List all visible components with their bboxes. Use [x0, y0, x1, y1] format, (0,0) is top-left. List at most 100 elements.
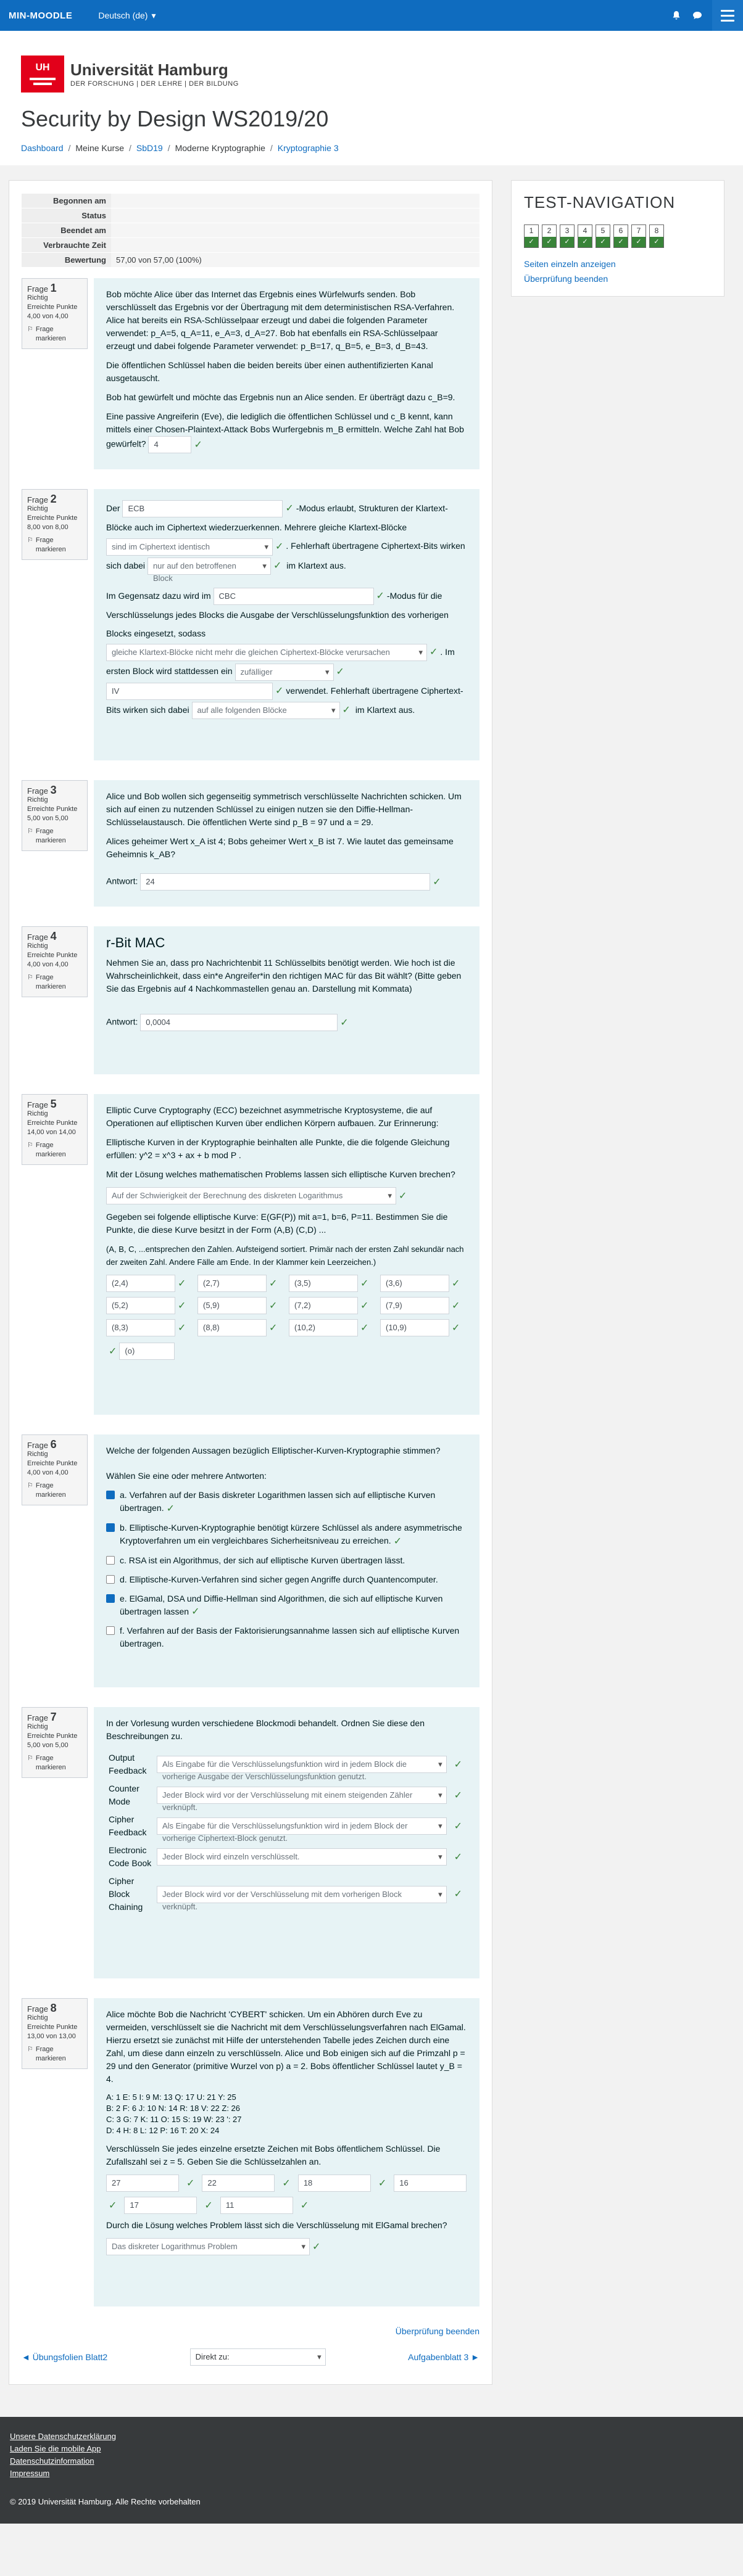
answer-option[interactable]: f. Verfahren auf der Basis der Faktorisi…: [106, 1624, 467, 1650]
prev-activity-link[interactable]: ◄ Übungsfolien Blatt2: [22, 2352, 107, 2362]
question-4: Frage 4 Richtig Erreichte Punkte 4,00 vo…: [22, 926, 479, 1074]
checkbox[interactable]: [106, 1626, 115, 1636]
match-select[interactable]: Als Eingabe für die Verschlüsselungsfunk…: [157, 1817, 447, 1843]
menu-icon[interactable]: [712, 0, 743, 31]
university-logo[interactable]: UH Universität Hamburg DER FORSCHUNG | D…: [21, 56, 722, 93]
question-nav-button[interactable]: 7 ✓: [631, 224, 646, 248]
flag-question-button[interactable]: ⚐ Frage markieren: [27, 1481, 82, 1500]
answer-select[interactable]: Das diskreter Logarithmus Problem: [106, 2238, 310, 2255]
checkbox[interactable]: [106, 1594, 115, 1603]
point-input[interactable]: (2,7): [197, 1275, 267, 1292]
check-icon: ✓: [596, 237, 610, 247]
point-input[interactable]: (2,4): [106, 1275, 175, 1292]
answer-input[interactable]: 0,0004: [140, 1014, 338, 1031]
flag-question-button[interactable]: ⚐ Frage markieren: [27, 1141, 82, 1159]
point-input[interactable]: (10,2): [289, 1319, 358, 1336]
answer-select[interactable]: Auf der Schwierigkeit der Berechnung des…: [106, 1187, 396, 1204]
quiz-navigation-title: TEST-NAVIGATION: [524, 193, 676, 212]
point-input[interactable]: (3,5): [289, 1275, 358, 1292]
summary-label: Beendet am: [22, 223, 111, 238]
answer-select[interactable]: sind im Ciphertext identisch: [106, 538, 273, 556]
checkbox[interactable]: [106, 1523, 115, 1532]
question-nav-button[interactable]: 4 ✓: [578, 224, 592, 248]
breadcrumb-dashboard[interactable]: Dashboard: [21, 143, 64, 153]
answer-option[interactable]: b. Elliptische-Kurven-Kryptographie benö…: [106, 1521, 467, 1548]
language-menu[interactable]: Deutsch (de) ▾: [98, 10, 156, 21]
checkbox[interactable]: [106, 1574, 115, 1584]
question-info: Frage 1 Richtig Erreichte Punkte 4,00 vo…: [22, 278, 88, 349]
question-info: Frage 7 Richtig Erreichte Punkte 5,00 vo…: [22, 1707, 88, 1778]
cipher-input[interactable]: 17: [124, 2197, 197, 2214]
answer-option[interactable]: d. Elliptische-Kurven-Verfahren sind sic…: [106, 1573, 467, 1586]
question-nav-button[interactable]: 3 ✓: [560, 224, 575, 248]
answer-option[interactable]: c. RSA ist ein Algorithmus, der sich auf…: [106, 1554, 467, 1567]
flag-question-button[interactable]: ⚐ Frage markieren: [27, 827, 82, 846]
cipher-input[interactable]: 27: [106, 2175, 179, 2192]
show-one-page-link[interactable]: Seiten einzeln anzeigen: [524, 259, 712, 269]
finish-review-link[interactable]: Überprüfung beenden: [396, 2326, 479, 2336]
finish-review-sidebar-link[interactable]: Überprüfung beenden: [524, 274, 712, 284]
checkbox[interactable]: [106, 1555, 115, 1565]
flag-question-button[interactable]: ⚐ Frage markieren: [27, 536, 82, 554]
match-select[interactable]: Jeder Block wird vor der Verschlüsselung…: [157, 1885, 447, 1911]
question-nav-button[interactable]: 1 ✓: [524, 224, 539, 248]
answer-select[interactable]: auf alle folgenden Blöcke: [191, 702, 340, 720]
question-heading: r-Bit MAC: [106, 935, 165, 950]
question-nav-button[interactable]: 5 ✓: [596, 224, 610, 248]
flag-question-button[interactable]: ⚐ Frage markieren: [27, 973, 82, 992]
university-tagline: DER FORSCHUNG | DER LEHRE | DER BILDUNG: [70, 80, 239, 88]
jump-to-select[interactable]: Direkt zu:: [189, 2348, 326, 2366]
breadcrumb-quiz[interactable]: Kryptographie 3: [278, 143, 339, 153]
match-select[interactable]: Als Eingabe für die Verschlüsselungsfunk…: [157, 1756, 447, 1781]
answer-input[interactable]: ECB: [122, 500, 283, 518]
answer-input[interactable]: 24: [140, 873, 431, 891]
point-input[interactable]: (8,3): [106, 1319, 175, 1336]
match-select[interactable]: Jeder Block wird einzeln verschlüsselt.: [157, 1848, 447, 1866]
bell-icon[interactable]: [668, 7, 685, 24]
answer-input[interactable]: 4: [148, 436, 192, 453]
check-icon: ✓: [194, 439, 202, 450]
match-select[interactable]: Jeder Block wird vor der Verschlüsselung…: [157, 1787, 447, 1812]
point-input[interactable]: (5,9): [197, 1297, 267, 1314]
checkbox[interactable]: [106, 1491, 115, 1499]
question-nav-button[interactable]: 8 ✓: [649, 224, 664, 248]
question-nav-button[interactable]: 2 ✓: [542, 224, 557, 248]
flag-icon: ⚐: [27, 1755, 33, 1762]
page-header: UH Universität Hamburg DER FORSCHUNG | D…: [0, 31, 743, 165]
question-nav-button[interactable]: 6 ✓: [613, 224, 628, 248]
point-input[interactable]: (8,8): [197, 1319, 267, 1336]
point-input[interactable]: (10,9): [380, 1319, 449, 1336]
next-activity-link[interactable]: Aufgabenblatt 3 ►: [408, 2352, 479, 2362]
answer-select[interactable]: nur auf den betroffenen Block: [147, 557, 271, 583]
point-input[interactable]: (3,6): [380, 1275, 449, 1292]
site-brand[interactable]: MIN-MOODLE: [9, 10, 72, 21]
flag-question-button[interactable]: ⚐ Frage markieren: [27, 1754, 82, 1772]
cipher-input[interactable]: 11: [220, 2197, 293, 2214]
footer-link-datainfo[interactable]: Datenschutzinformation: [10, 2455, 733, 2467]
answer-input[interactable]: CBC: [213, 588, 374, 606]
substitution-table: A: 1 E: 5 I: 9 M: 13 Q: 17 U: 21 Y: 25 B…: [106, 2092, 242, 2135]
chat-icon[interactable]: [689, 7, 706, 24]
footer-link-privacy[interactable]: Unsere Datenschutzerklärung: [10, 2430, 733, 2443]
answer-option[interactable]: a. Verfahren auf der Basis diskreter Log…: [106, 1489, 467, 1515]
breadcrumb-course[interactable]: SbD19: [136, 143, 163, 153]
answer-option[interactable]: e. ElGamal, DSA und Diffie-Hellman sind …: [106, 1592, 467, 1619]
university-name: Universität Hamburg: [70, 60, 228, 79]
point-input[interactable]: (7,2): [289, 1297, 358, 1314]
point-input[interactable]: (5,2): [106, 1297, 175, 1314]
answer-select[interactable]: zufälliger: [235, 663, 334, 681]
cipher-input[interactable]: 18: [297, 2175, 371, 2192]
answer-input[interactable]: IV: [106, 683, 273, 701]
flag-question-button[interactable]: ⚐ Frage markieren: [27, 2045, 82, 2064]
footer-link-imprint[interactable]: Impressum: [10, 2467, 733, 2480]
check-icon: ✓: [632, 237, 645, 247]
cipher-input[interactable]: 16: [394, 2175, 467, 2192]
question-5: Frage 5 Richtig Erreichte Punkte 14,00 v…: [22, 1094, 479, 1415]
cipher-input[interactable]: 22: [202, 2175, 275, 2192]
point-input[interactable]: (7,9): [380, 1297, 449, 1314]
activity-navigation: ◄ Übungsfolien Blatt2 Direkt zu: Aufgabe…: [22, 2348, 479, 2366]
point-input[interactable]: (o): [119, 1343, 175, 1360]
footer-link-app[interactable]: Laden Sie die mobile App: [10, 2443, 733, 2455]
answer-select[interactable]: gleiche Klartext-Blöcke nicht mehr die g…: [106, 644, 427, 662]
flag-question-button[interactable]: ⚐ Frage markieren: [27, 325, 82, 344]
